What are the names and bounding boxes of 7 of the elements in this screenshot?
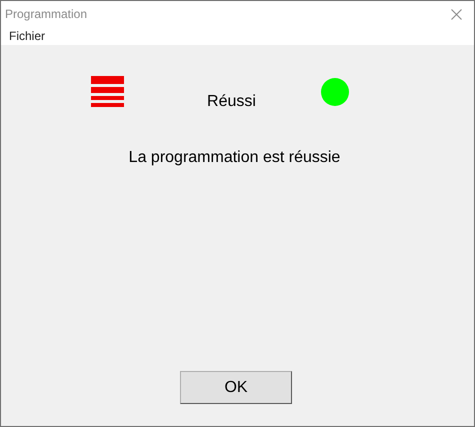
stripes-icon [91, 76, 124, 107]
window-title: Programmation [5, 6, 88, 23]
message: La programmation est réussie [128, 148, 340, 168]
status-label: Réussi [207, 92, 256, 112]
ok-button[interactable]: OK [180, 371, 292, 404]
menu-item[interactable]: Fichier [9, 27, 46, 45]
close-icon[interactable] [451, 8, 462, 20]
